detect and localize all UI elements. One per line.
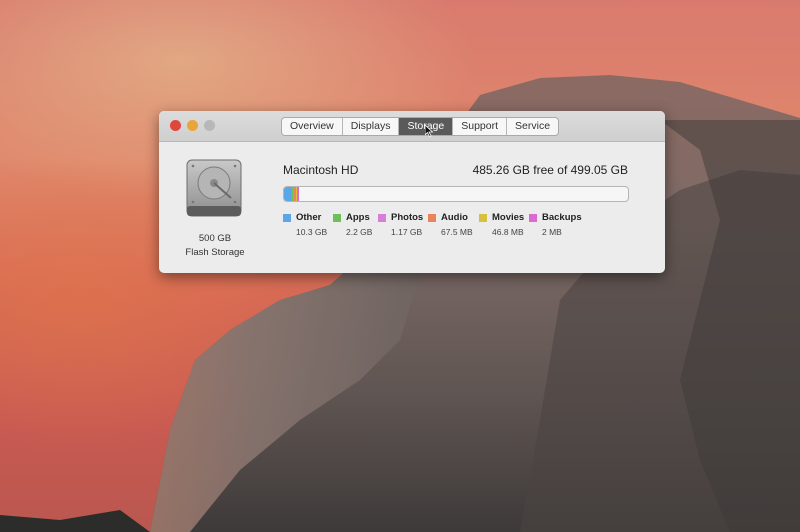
tab-displays[interactable]: Displays	[343, 118, 400, 135]
storage-panel: 500 GB Flash Storage Macintosh HD 485.26…	[159, 142, 665, 273]
legend-size: 2.2 GB	[346, 227, 373, 237]
volume-free-space: 485.26 GB free of 499.05 GB	[472, 163, 628, 177]
legend-label: Movies	[492, 212, 525, 223]
legend-label: Apps	[346, 212, 370, 223]
close-button[interactable]	[170, 120, 181, 131]
legend-swatch	[378, 214, 386, 222]
disk-caption: 500 GB Flash Storage	[159, 232, 271, 260]
hard-drive-icon	[185, 158, 243, 218]
legend-swatch	[529, 214, 537, 222]
tab-support[interactable]: Support	[453, 118, 508, 135]
legend-size: 10.3 GB	[296, 227, 328, 237]
about-this-mac-window: Overview Displays Storage Support Servic…	[159, 111, 665, 273]
legend-size: 1.17 GB	[391, 227, 423, 237]
legend-swatch	[428, 214, 436, 222]
disk-capacity: 500 GB	[198, 233, 232, 244]
title-bar[interactable]: Overview Displays Storage Support Servic…	[159, 111, 665, 142]
zoom-button[interactable]	[204, 120, 215, 131]
usage-segment-other	[284, 187, 292, 201]
legend-size: 46.8 MB	[492, 227, 524, 237]
legend-label: Backups	[542, 212, 582, 223]
legend-swatch	[283, 214, 291, 222]
legend-size: 2 MB	[542, 227, 562, 237]
legend-size: 67.5 MB	[441, 227, 473, 237]
tab-service[interactable]: Service	[507, 118, 558, 135]
tab-overview[interactable]: Overview	[282, 118, 343, 135]
usage-segment-backups	[297, 187, 299, 201]
volume-name: Macintosh HD	[283, 163, 359, 177]
legend-swatch	[479, 214, 487, 222]
mouse-pointer-icon	[424, 124, 434, 140]
legend-label: Other	[296, 212, 322, 223]
legend-label: Audio	[441, 212, 468, 223]
storage-usage-bar	[283, 186, 629, 202]
disk-type: Flash Storage	[185, 247, 245, 258]
minimize-button[interactable]	[187, 120, 198, 131]
legend-swatch	[333, 214, 341, 222]
legend-label: Photos	[391, 212, 424, 223]
tab-bar: Overview Displays Storage Support Servic…	[281, 117, 560, 136]
